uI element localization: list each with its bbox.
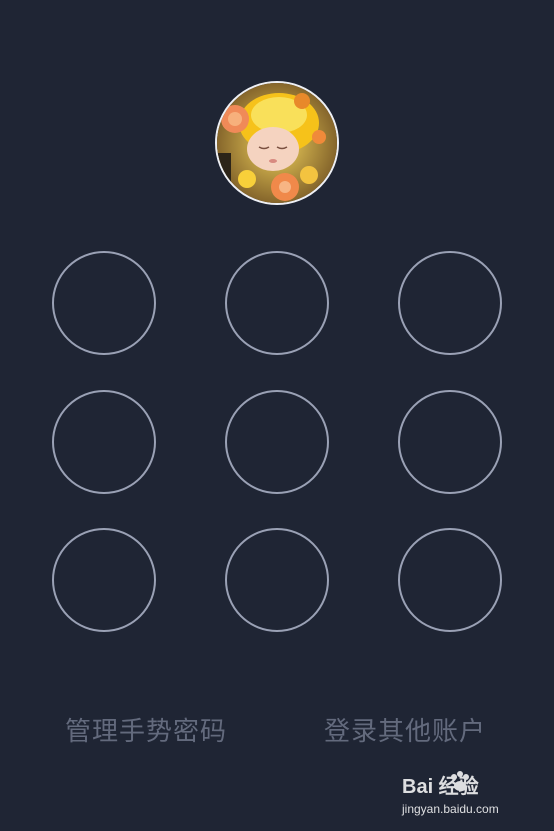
gesture-pattern-grid[interactable] [0,0,554,831]
gesture-node-7[interactable] [52,528,156,632]
gesture-node-9[interactable] [398,528,502,632]
manage-gesture-password-link[interactable]: 管理手势密码 [65,712,227,752]
gesture-node-5[interactable] [225,390,329,494]
gesture-node-8[interactable] [225,528,329,632]
gesture-node-4[interactable] [52,390,156,494]
baidu-jingyan-watermark: Bai 经验 jingyan.baidu.com [402,771,542,823]
gesture-node-6[interactable] [398,390,502,494]
gesture-node-1[interactable] [52,251,156,355]
login-other-account-link[interactable]: 登录其他账户 [324,712,486,752]
paw-icon [451,771,469,791]
watermark-url: jingyan.baidu.com [402,802,499,816]
gesture-node-2[interactable] [225,251,329,355]
gesture-node-3[interactable] [398,251,502,355]
